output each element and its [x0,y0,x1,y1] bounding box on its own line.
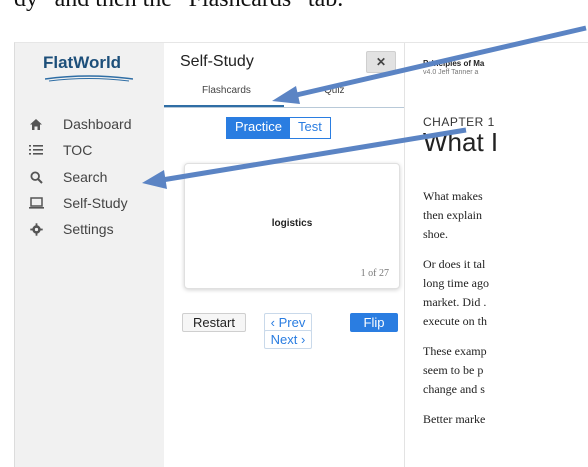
laptop-icon [27,197,45,209]
paragraph-line: execute on th [423,314,487,328]
panel-title: Self-Study [180,53,254,70]
gear-icon [27,222,45,236]
sidebar-item-label: TOC [63,142,93,158]
tab-flashcards[interactable]: Flashcards [202,85,251,96]
paragraph: Better marke [423,410,588,429]
sidebar-nav: FlatWorld Dashboard TOC Search Self-Stud… [15,43,164,467]
sidebar-item-search[interactable]: Search [27,166,107,188]
chapter-title: What I [423,127,499,157]
flashcard[interactable]: logistics 1 of 27 [184,163,400,289]
self-study-panel: Self-Study ✕ Flashcards Quiz Practice Te… [164,43,405,467]
test-mode-button[interactable]: Test [289,118,330,138]
tab-quiz[interactable]: Quiz [324,85,345,96]
mode-toggle: Practice Test [226,117,331,139]
list-icon [27,144,45,156]
sidebar-item-dashboard[interactable]: Dashboard [27,113,132,135]
paragraph: What makes then explain shoe. [423,187,588,244]
reading-pane: Principles of Ma v4.0 Jeff Tanner a CHAP… [405,43,588,467]
search-icon [27,170,45,184]
paragraph: These examp seem to be p change and s [423,342,588,399]
restart-button[interactable]: Restart [182,313,246,332]
next-button[interactable]: Next › [264,330,312,349]
flip-button[interactable]: Flip [350,313,398,332]
paragraph-line: shoe. [423,227,448,241]
paragraph-line: Better marke [423,412,486,426]
active-tab-indicator [164,105,284,107]
self-study-tabs: Flashcards Quiz [164,79,404,108]
sidebar-item-toc[interactable]: TOC [27,139,92,161]
sidebar-item-label: Search [63,169,108,185]
book-subtitle: v4.0 Jeff Tanner a [423,69,479,76]
paragraph: Or does it tal long time ago market. Did… [423,255,588,331]
paragraph-line: change and s [423,382,485,396]
sidebar-item-self-study[interactable]: Self-Study [27,192,128,214]
flatworld-app: FlatWorld Dashboard TOC Search Self-Stud… [14,42,588,467]
sidebar-item-label: Dashboard [63,116,132,132]
paragraph-line: What makes [423,189,483,203]
flatworld-logo[interactable]: FlatWorld [43,53,121,73]
paragraph-line: long time ago [423,276,489,290]
flashcard-term: logistics [271,218,313,229]
paragraph-line: Or does it tal [423,257,486,271]
logo-swoosh-icon [45,75,133,82]
flashcard-counter: 1 of 27 [360,268,389,279]
paragraph-line: then explain [423,208,482,222]
sidebar-item-settings[interactable]: Settings [27,218,114,240]
sidebar-item-label: Settings [63,221,114,237]
practice-mode-button[interactable]: Practice [227,118,290,138]
instruction-caption: dy” and then the “Flashcards” tab. [0,0,588,26]
paragraph-line: seem to be p [423,363,484,377]
home-icon [27,118,45,131]
sidebar-item-label: Self-Study [63,195,128,211]
paragraph-line: market. Did . [423,295,487,309]
book-title: Principles of Ma [423,59,485,68]
close-button[interactable]: ✕ [366,51,396,73]
paragraph-line: These examp [423,344,487,358]
